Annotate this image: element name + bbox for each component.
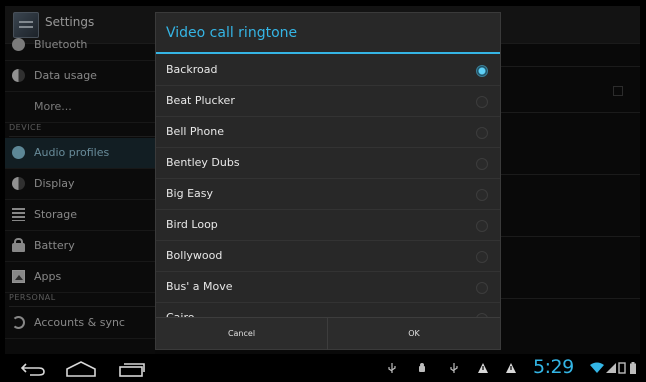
clock: 5:29 (533, 356, 574, 378)
ringtone-item[interactable]: Bentley Dubs (156, 148, 500, 179)
dialog-title-divider (156, 52, 500, 54)
dialog-title: Video call ringtone (166, 25, 298, 41)
battery-icon (630, 362, 636, 374)
ringtone-item[interactable]: Bird Loop (156, 210, 500, 241)
ringtone-label: Bus' a Move (166, 280, 233, 293)
radio-button[interactable] (476, 158, 488, 170)
system-bar: 5:29 (0, 355, 646, 382)
ringtone-item[interactable]: Bus' a Move (156, 272, 500, 303)
warning-icon (506, 363, 516, 373)
radio-button[interactable] (476, 96, 488, 108)
radio-button[interactable] (476, 220, 488, 232)
usb-icon (388, 363, 396, 373)
radio-button[interactable] (476, 127, 488, 139)
home-icon[interactable] (65, 361, 97, 377)
ringtone-dialog: Video call ringtone Backroad Beat Plucker… (155, 12, 501, 350)
ringtone-item[interactable]: Backroad (156, 55, 500, 86)
recents-icon[interactable] (118, 361, 146, 377)
ringtone-label: Bell Phone (166, 125, 224, 138)
ok-button[interactable]: OK (328, 318, 500, 350)
ringtone-label: Backroad (166, 63, 218, 76)
ringtone-label: Bird Loop (166, 218, 218, 231)
cancel-button[interactable]: Cancel (156, 318, 328, 350)
ringtone-label: Big Easy (166, 187, 214, 200)
radio-button[interactable] (476, 251, 488, 263)
signal-icon (606, 363, 616, 373)
sim-icon (618, 362, 626, 374)
radio-button[interactable] (476, 282, 488, 294)
ringtone-label: Bollywood (166, 249, 223, 262)
wifi-icon (590, 362, 604, 373)
warning-icon (478, 363, 488, 373)
usb-icon (450, 363, 458, 373)
ringtone-item[interactable]: Beat Plucker (156, 86, 500, 117)
radio-button[interactable] (476, 189, 488, 201)
ringtone-item[interactable]: Cairo (156, 303, 500, 317)
ringtone-label: Bentley Dubs (166, 156, 240, 169)
android-debug-icon (419, 363, 425, 372)
dialog-button-bar: Cancel OK (156, 317, 500, 350)
ringtone-item[interactable]: Bollywood (156, 241, 500, 272)
ringtone-label: Beat Plucker (166, 94, 235, 107)
radio-button[interactable] (476, 65, 488, 77)
ringtone-list[interactable]: Backroad Beat Plucker Bell Phone Bentley Du… (156, 55, 500, 317)
back-icon[interactable] (20, 361, 46, 377)
ringtone-item[interactable]: Big Easy (156, 179, 500, 210)
ringtone-item[interactable]: Bell Phone (156, 117, 500, 148)
